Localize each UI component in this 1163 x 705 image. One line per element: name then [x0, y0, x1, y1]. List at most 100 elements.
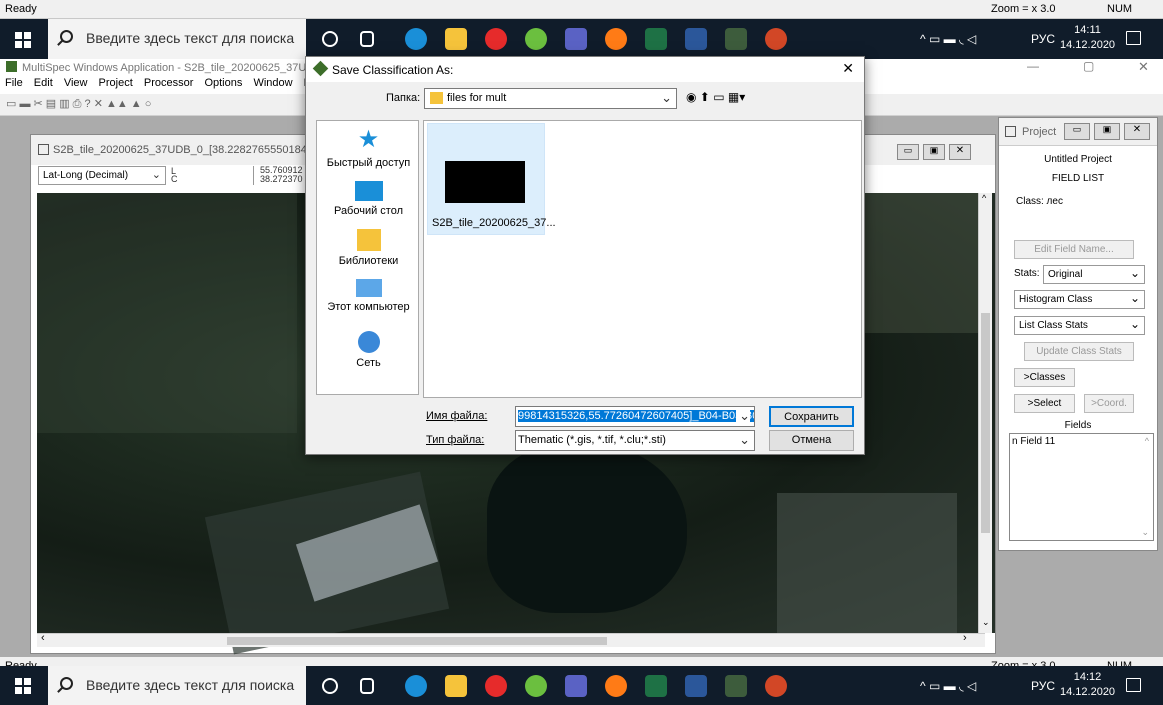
word-icon[interactable] [685, 675, 707, 697]
yandex-icon[interactable] [485, 675, 507, 697]
scroll-up-icon[interactable]: ^ [1145, 436, 1149, 446]
fields-listbox[interactable]: n Field 11 ^ ⌄ [1009, 433, 1154, 541]
firefox-icon[interactable] [605, 28, 627, 50]
firefox-icon[interactable] [605, 675, 627, 697]
teams-icon[interactable] [565, 675, 587, 697]
maximize-icon[interactable]: ▢ [1083, 59, 1094, 73]
lang-indicator[interactable]: РУС [1031, 32, 1055, 46]
scroll-thumb[interactable] [227, 637, 607, 645]
cancel-button[interactable]: Отмена [769, 430, 854, 451]
scroll-left-icon[interactable]: ‹ [41, 632, 45, 644]
dialog-title: Save Classification As: [332, 63, 454, 77]
project-titlebar: Project ▭ ▣ ✕ [999, 118, 1157, 146]
close-icon[interactable]: ✕ [842, 60, 854, 77]
menu-processor[interactable]: Processor [144, 77, 194, 89]
taskbar-search[interactable]: Введите здесь текст для поиска [48, 666, 306, 705]
qgis-icon[interactable] [525, 675, 547, 697]
fields-label: Fields [1064, 420, 1092, 431]
notification-icon[interactable] [1126, 678, 1141, 692]
menu-options[interactable]: Options [204, 77, 242, 89]
save-button[interactable]: Сохранить [769, 406, 854, 427]
close-icon[interactable]: ✕ [1138, 59, 1149, 75]
app-icon [6, 61, 17, 72]
select-button[interactable]: >Select [1014, 394, 1075, 413]
notification-icon[interactable] [1126, 31, 1141, 45]
scroll-down-icon[interactable]: ⌄ [982, 617, 990, 628]
network[interactable]: Сеть [317, 331, 420, 369]
file-list: S2B_tile_20200625_37... [423, 120, 862, 398]
edit-field-name-button[interactable]: Edit Field Name... [1014, 240, 1134, 259]
vertical-scrollbar[interactable]: ^ ⌄ [978, 193, 992, 633]
doc-icon [38, 144, 49, 155]
this-computer[interactable]: Этот компьютер [317, 279, 420, 313]
windows-start-icon[interactable] [15, 678, 31, 694]
restore-icon[interactable]: ▣ [923, 144, 945, 160]
minimize-icon[interactable]: ▭ [897, 144, 919, 160]
powerpoint-icon[interactable] [765, 675, 787, 697]
tray-icons[interactable]: ^ ▭ ▬ ◟ ◁ [920, 32, 976, 46]
restore-icon[interactable]: ▣ [1094, 123, 1120, 140]
filetype-select[interactable]: Thematic (*.gis, *.tif, *.clu;*.sti) ⌄ [515, 430, 755, 451]
toolbar-icons[interactable]: ▭ ▬ ✂ ▤ ▥ ⎙ ? ✕ ▲▲ ▲ ○ [6, 97, 151, 111]
excel-icon[interactable] [645, 675, 667, 697]
word-icon[interactable] [685, 28, 707, 50]
multispec-icon[interactable] [725, 675, 747, 697]
excel-icon[interactable] [645, 28, 667, 50]
coord-mode-select[interactable]: Lat-Long (Decimal) ⌄ [38, 166, 166, 185]
minimize-icon[interactable]: ▭ [1064, 123, 1090, 140]
folder-select[interactable]: files for mult ⌄ [424, 88, 677, 109]
save-dialog: Save Classification As: ✕ Папка: files f… [305, 56, 865, 455]
menu-view[interactable]: View [64, 77, 88, 89]
teams-icon[interactable] [565, 28, 587, 50]
filename-input[interactable]: 99814315326,55.77260472607405]_B04-B03-B… [515, 406, 755, 427]
scroll-thumb-v[interactable] [981, 313, 990, 533]
explorer-icon[interactable] [445, 675, 467, 697]
explorer-icon[interactable] [445, 28, 467, 50]
file-thumbnail [445, 161, 525, 203]
coord-label-b: C [171, 174, 178, 184]
lang-indicator[interactable]: РУС [1031, 679, 1055, 693]
tray-icons[interactable]: ^ ▭ ▬ ◟ ◁ [920, 679, 976, 693]
stats-select[interactable]: Original [1043, 265, 1145, 284]
quick-access[interactable]: ★ Быстрый доступ [317, 127, 420, 170]
field-item[interactable]: n Field 11 [1010, 434, 1153, 447]
menu-file[interactable]: File [5, 77, 23, 89]
clock[interactable]: 14:11 14.12.2020 [1060, 23, 1115, 53]
classes-button[interactable]: >Classes [1014, 368, 1075, 387]
coord-button[interactable]: >Coord. [1084, 394, 1134, 413]
close-icon[interactable]: ✕ [1124, 123, 1150, 140]
task-view-icon[interactable] [360, 678, 374, 694]
menu-project[interactable]: Project [99, 77, 133, 89]
libraries[interactable]: Библиотеки [317, 229, 420, 267]
close-icon[interactable]: ✕ [949, 144, 971, 160]
desktop[interactable]: Рабочий стол [317, 181, 420, 217]
scroll-right-icon[interactable]: › [963, 632, 967, 644]
cortana-icon[interactable] [322, 678, 338, 694]
multispec-icon[interactable] [725, 28, 747, 50]
zoom-text: Zoom = x 3.0 [991, 3, 1056, 15]
taskbar-search[interactable]: Введите здесь текст для поиска [48, 19, 306, 59]
taskbar-top: Введите здесь текст для поиска ^ ▭ ▬ ◟ ◁… [0, 19, 1163, 59]
edge-icon[interactable] [405, 675, 427, 697]
edge-icon[interactable] [405, 28, 427, 50]
cortana-icon[interactable] [322, 31, 338, 47]
minimize-icon[interactable]: — [1027, 59, 1039, 73]
menu-window[interactable]: Window [253, 77, 292, 89]
list-stats-select[interactable]: List Class Stats [1014, 316, 1145, 335]
update-class-stats-button[interactable]: Update Class Stats [1024, 342, 1134, 361]
filename-label: Имя файла: [426, 410, 488, 422]
class-label: Class: лес [1016, 196, 1063, 207]
qgis-icon[interactable] [525, 28, 547, 50]
horizontal-scrollbar[interactable]: ‹ › [37, 632, 985, 647]
windows-start-icon[interactable] [15, 32, 31, 48]
scroll-down-icon[interactable]: ⌄ [1141, 527, 1149, 538]
yandex-icon[interactable] [485, 28, 507, 50]
menu-edit[interactable]: Edit [34, 77, 53, 89]
histogram-select[interactable]: Histogram Class [1014, 290, 1145, 309]
file-item[interactable]: S2B_tile_20200625_37... [427, 123, 556, 235]
nav-toolbar-icons[interactable]: ◉ ⬆ ▭ ▦▾ [686, 90, 745, 104]
scroll-up-icon[interactable]: ^ [982, 193, 986, 203]
powerpoint-icon[interactable] [765, 28, 787, 50]
task-view-icon[interactable] [360, 31, 374, 47]
clock[interactable]: 14:12 14.12.2020 [1060, 670, 1115, 700]
